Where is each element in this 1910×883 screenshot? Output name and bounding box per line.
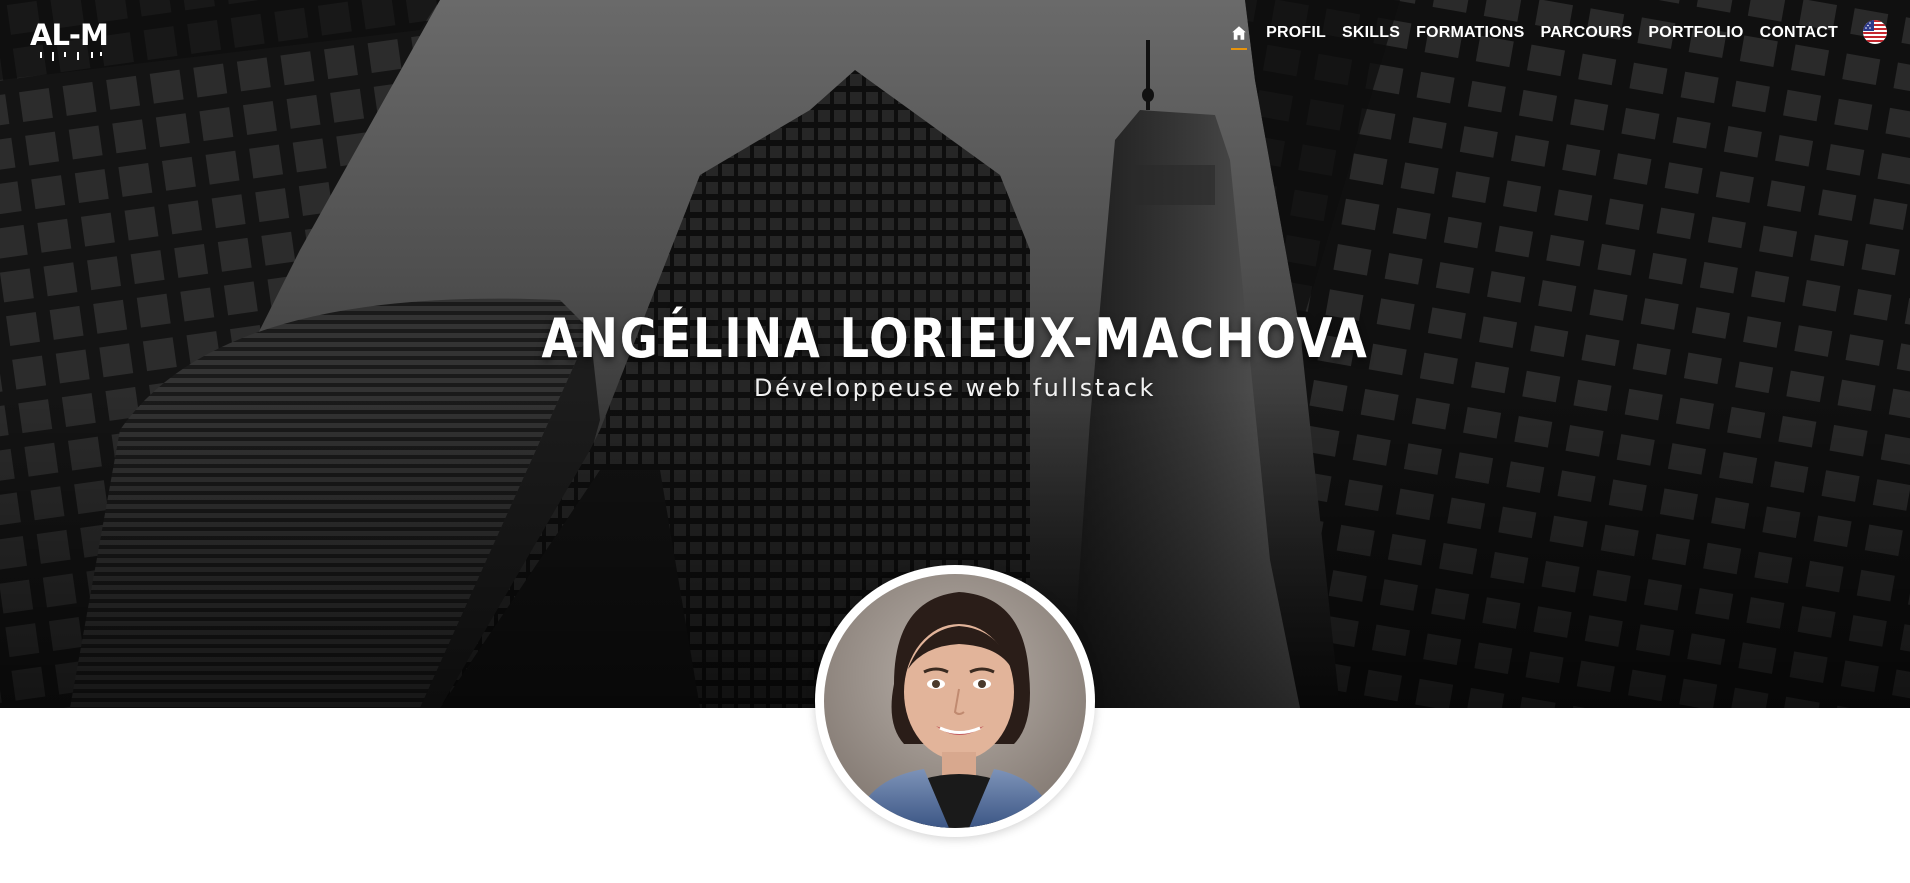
nav-item-skills[interactable]: SKILLS bbox=[1342, 24, 1400, 42]
profile-avatar bbox=[815, 565, 1095, 837]
hero-subtitle: Développeuse web fullstack bbox=[754, 374, 1156, 402]
home-icon bbox=[1232, 26, 1246, 40]
nav-item-portfolio[interactable]: PORTFOLIO bbox=[1648, 24, 1743, 42]
logo-text: AL-M bbox=[30, 17, 109, 52]
language-switcher[interactable] bbox=[1863, 20, 1887, 44]
nav-item-formations[interactable]: FORMATIONS bbox=[1416, 24, 1524, 42]
us-flag-icon bbox=[1863, 20, 1887, 44]
page: AL-M PROFIL SKILLS FORMATIONS PARCOURS P… bbox=[0, 0, 1910, 883]
hero-name-heading: ANGÉLINA LORIEUX-MACHOVA bbox=[541, 307, 1369, 370]
nav-item-profil[interactable]: PROFIL bbox=[1266, 24, 1326, 42]
nav-item-parcours[interactable]: PARCOURS bbox=[1540, 24, 1632, 42]
profile-photo bbox=[824, 574, 1086, 828]
nav-home-link[interactable] bbox=[1228, 20, 1250, 50]
main-navigation: PROFIL SKILLS FORMATIONS PARCOURS PORTFO… bbox=[1228, 20, 1838, 50]
logo-drip-decoration bbox=[40, 52, 102, 61]
brand-logo[interactable]: AL-M bbox=[30, 17, 109, 61]
nav-item-contact[interactable]: CONTACT bbox=[1760, 24, 1838, 42]
